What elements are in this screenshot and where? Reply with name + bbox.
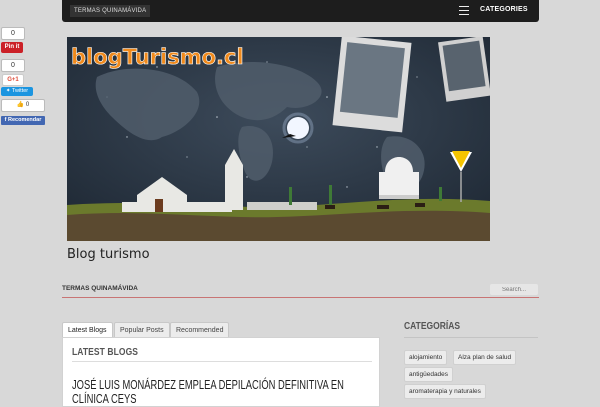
category-tag[interactable]: antigüedades xyxy=(404,367,454,382)
gplus-button[interactable]: G+1 xyxy=(2,74,24,86)
latest-blogs-panel: LATEST BLOGS JOSÉ LUIS MONÁRDEZ EMPLEA D… xyxy=(62,337,380,407)
categories-divider xyxy=(404,337,538,338)
section-title: LATEST BLOGS xyxy=(72,347,139,358)
tab-recommended[interactable]: Recommended xyxy=(170,322,230,337)
top-menu-item-termas[interactable]: TERMAS QUINAMÁVIDA xyxy=(70,5,151,17)
gplus-counter: 0 xyxy=(1,59,25,72)
categories-title: CATEGORÍAS xyxy=(404,321,461,332)
like-count: 0 xyxy=(25,102,30,108)
facebook-recommend-button[interactable]: f Recomendar xyxy=(1,116,45,125)
nav-divider xyxy=(62,297,539,298)
twitter-label: Twitter xyxy=(11,88,29,94)
section-divider xyxy=(72,361,372,362)
search-input[interactable] xyxy=(490,284,538,295)
hamburger-menu-icon[interactable] xyxy=(459,6,469,15)
banner-illustration: blogTurismo.cl xyxy=(67,37,490,241)
share-counter: 0 xyxy=(1,27,25,40)
header-banner[interactable]: blogTurismo.cl xyxy=(67,37,490,241)
site-title[interactable]: Blog turismo xyxy=(67,247,150,262)
category-tag[interactable]: Alza plan de salud xyxy=(453,350,517,365)
twitter-bird-icon: ✦ xyxy=(5,88,11,94)
pinterest-button[interactable]: Pin it xyxy=(1,42,23,53)
top-bar: TERMAS QUINAMÁVIDA CATEGORIES xyxy=(62,0,539,22)
post-title-link[interactable]: JOSÉ LUIS MONÁRDEZ EMPLEA DEPILACIÓN DEF… xyxy=(72,378,374,406)
tab-latest-blogs[interactable]: Latest Blogs xyxy=(62,322,113,337)
category-tag[interactable]: aromaterapia y naturales xyxy=(404,384,486,399)
facebook-label: Recomendar xyxy=(8,117,42,123)
twitter-button[interactable]: ✦ Twitter xyxy=(1,87,33,96)
facebook-like-box[interactable]: 👍 0 xyxy=(1,99,45,112)
facebook-icon: f xyxy=(4,117,7,123)
site-logo: blogTurismo.cl xyxy=(71,45,244,69)
category-tag[interactable]: alojamiento xyxy=(404,350,448,365)
thumbs-up-icon: 👍 xyxy=(16,102,25,108)
categories-menu-button[interactable]: CATEGORIES xyxy=(480,6,528,13)
tab-popular-posts[interactable]: Popular Posts xyxy=(114,322,170,337)
nav-item-termas[interactable]: TERMAS QUINAMÁVIDA xyxy=(62,285,138,292)
